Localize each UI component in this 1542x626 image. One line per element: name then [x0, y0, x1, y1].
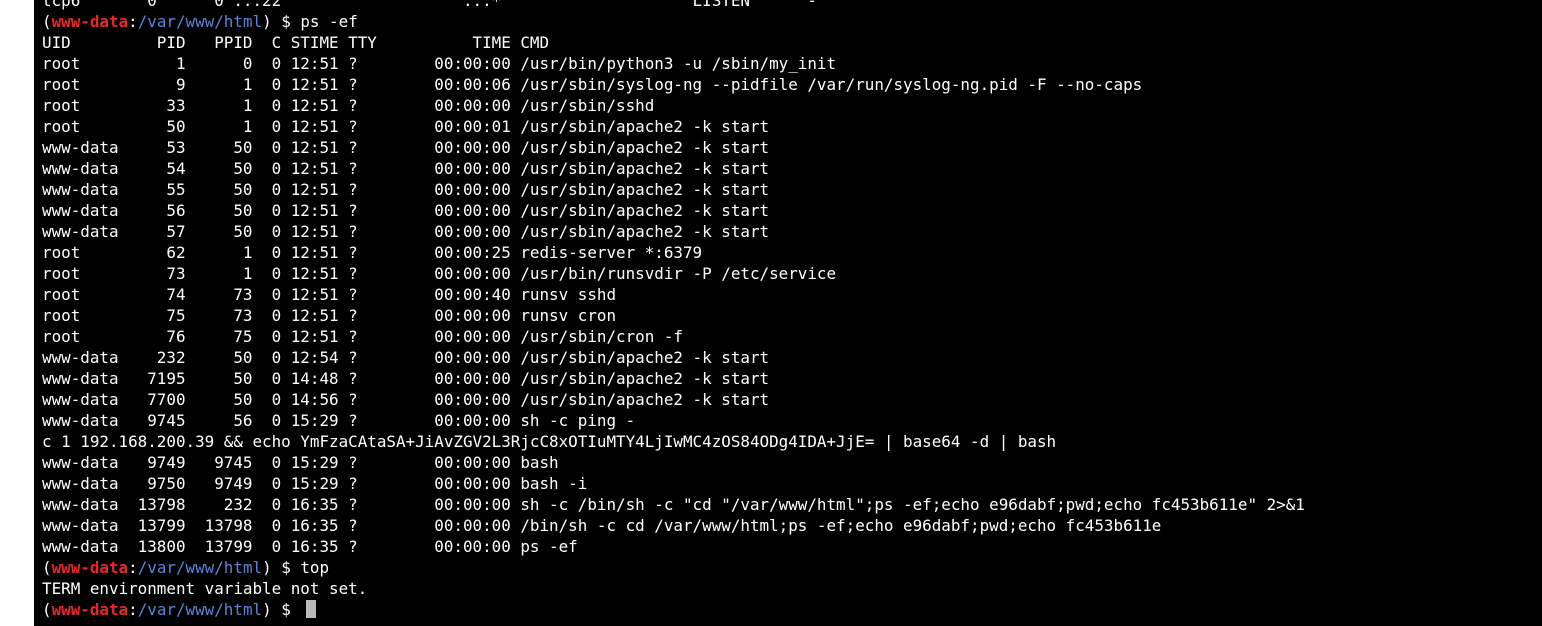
ps-row: www-data 13798 232 0 16:35 ? 00:00:00 sh…	[42, 495, 1305, 514]
prompt-user: www-data	[51, 600, 129, 619]
ps-row: root 50 1 0 12:51 ? 00:00:01 /usr/sbin/a…	[42, 117, 770, 136]
prompt-sep: :	[128, 600, 138, 619]
ps-row: www-data 56 50 0 12:51 ? 00:00:00 /usr/s…	[42, 201, 770, 220]
prompt-sep: :	[128, 558, 138, 577]
ps-row: root 74 73 0 12:51 ? 00:00:40 runsv sshd	[42, 285, 617, 304]
ps-row: www-data 55 50 0 12:51 ? 00:00:00 /usr/s…	[42, 180, 770, 199]
prompt-open: (	[42, 600, 52, 619]
terminal-output: tcp6 0 0 :::22 :::* LISTEN - (www-data:/…	[42, 0, 1305, 620]
prompt-line: (www-data:/var/www/html) $ ps -ef	[42, 11, 1305, 32]
ps-row: root 1 0 0 12:51 ? 00:00:00 /usr/bin/pyt…	[42, 54, 837, 73]
prompt-path: /var/www/html	[137, 558, 263, 577]
command-text: top	[300, 558, 330, 577]
ps-row: www-data 13799 13798 0 16:35 ? 00:00:00 …	[42, 516, 1162, 535]
text-cursor[interactable]	[306, 600, 317, 618]
prompt-open: (	[42, 12, 52, 31]
terminal-screen[interactable]: tcp6 0 0 :::22 :::* LISTEN - (www-data:/…	[34, 0, 1542, 626]
terminal-line-partial: tcp6 0 0 :::22 :::* LISTEN -	[42, 0, 817, 10]
ps-row: www-data 232 50 0 12:54 ? 00:00:00 /usr/…	[42, 348, 770, 367]
prompt-user: www-data	[51, 558, 129, 577]
top-error-output: TERM environment variable not set.	[42, 579, 368, 598]
ps-row: www-data 13800 13799 0 16:35 ? 00:00:00 …	[42, 537, 578, 556]
ps-row: root 33 1 0 12:51 ? 00:00:00 /usr/sbin/s…	[42, 96, 655, 115]
window-left-margin	[0, 0, 34, 626]
ps-row: www-data 9749 9745 0 15:29 ? 00:00:00 ba…	[42, 453, 559, 472]
ps-row: root 9 1 0 12:51 ? 00:00:06 /usr/sbin/sy…	[42, 75, 1143, 94]
active-prompt-line[interactable]: (www-data:/var/www/html) $	[42, 599, 1305, 620]
prompt-close: ) $	[262, 558, 301, 577]
prompt-path: /var/www/html	[137, 600, 263, 619]
ps-row: www-data 57 50 0 12:51 ? 00:00:00 /usr/s…	[42, 222, 770, 241]
ps-row: www-data 53 50 0 12:51 ? 00:00:00 /usr/s…	[42, 138, 770, 157]
ps-header: UID PID PPID C STIME TTY TIME CMD	[42, 33, 550, 52]
prompt-close: ) $	[262, 12, 301, 31]
ps-row: root 73 1 0 12:51 ? 00:00:00 /usr/bin/ru…	[42, 264, 837, 283]
prompt-sep: :	[128, 12, 138, 31]
prompt-close: ) $	[262, 600, 301, 619]
ps-row: root 75 73 0 12:51 ? 00:00:00 runsv cron	[42, 306, 617, 325]
ps-row: root 62 1 0 12:51 ? 00:00:25 redis-serve…	[42, 243, 703, 262]
ps-row-wrapped: c 1 192.168.200.39 && echo YmFzaCAtaSA+J…	[42, 432, 1057, 451]
ps-row: www-data 9745 56 0 15:29 ? 00:00:00 sh -…	[42, 411, 636, 430]
prompt-user: www-data	[51, 12, 129, 31]
ps-row: www-data 54 50 0 12:51 ? 00:00:00 /usr/s…	[42, 159, 770, 178]
ps-row: www-data 9750 9749 0 15:29 ? 00:00:00 ba…	[42, 474, 588, 493]
ps-row: root 76 75 0 12:51 ? 00:00:00 /usr/sbin/…	[42, 327, 683, 346]
terminal-window: tcp6 0 0 :::22 :::* LISTEN - (www-data:/…	[0, 0, 1542, 626]
ps-row: www-data 7700 50 0 14:56 ? 00:00:00 /usr…	[42, 390, 770, 409]
prompt-path: /var/www/html	[137, 12, 263, 31]
prompt-line: (www-data:/var/www/html) $ top	[42, 557, 1305, 578]
command-text: ps -ef	[300, 12, 358, 31]
ps-row: www-data 7195 50 0 14:48 ? 00:00:00 /usr…	[42, 369, 770, 388]
prompt-open: (	[42, 558, 52, 577]
